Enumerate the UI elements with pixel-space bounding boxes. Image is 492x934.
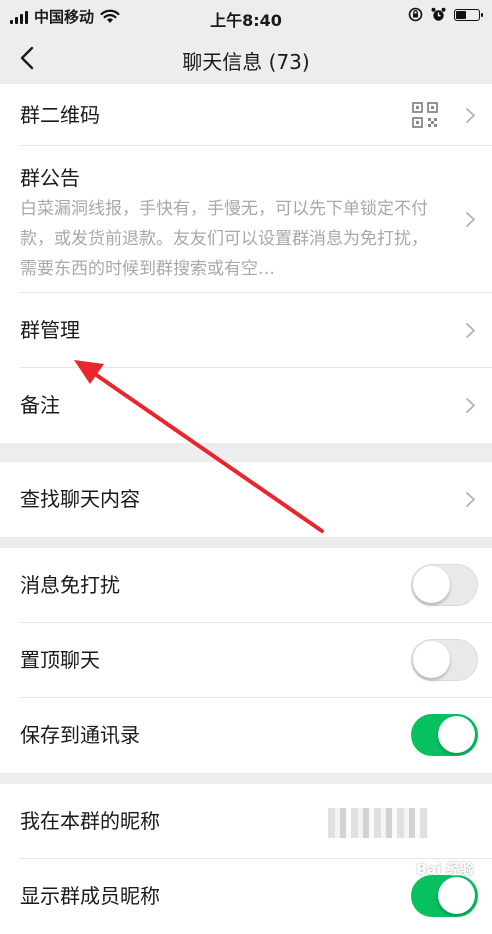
group-notice-row[interactable]: 群公告 白菜漏洞线报，手快有，手慢无，可以先下单锁定不付款，或发货前退款。友友们… — [0, 146, 492, 293]
chevron-right-icon — [466, 492, 475, 507]
chat-settings-section: 消息免打扰 置顶聊天 保存到通讯录 — [0, 548, 492, 773]
qr-code-icon — [412, 102, 438, 128]
alarm-icon — [431, 7, 446, 21]
mute-toggle[interactable] — [411, 564, 478, 606]
qr-code-label: 群二维码 — [20, 103, 100, 127]
search-chat-label: 查找聊天内容 — [20, 487, 140, 511]
chevron-right-icon — [466, 398, 475, 413]
page-title: 聊天信息 (73) — [182, 50, 310, 74]
group-manage-row[interactable]: 群管理 — [0, 293, 492, 368]
save-contacts-row: 保存到通讯录 — [0, 698, 492, 773]
remark-row[interactable]: 备注 — [0, 368, 492, 443]
pin-chat-label: 置顶聊天 — [20, 648, 100, 672]
group-info-section: 群二维码 群公告 白菜漏洞线报，手快有，手慢无，可以先下单锁定不付款，或发货前退… — [0, 84, 492, 443]
chevron-right-icon — [466, 108, 475, 123]
pin-row: 置顶聊天 — [0, 623, 492, 698]
status-bar: 中国移动 上午8:40 — [0, 0, 492, 34]
search-chat-row[interactable]: 查找聊天内容 — [0, 462, 492, 537]
pin-chat-toggle[interactable] — [411, 639, 478, 681]
group-manage-label: 群管理 — [20, 318, 80, 342]
chevron-right-icon — [466, 323, 475, 338]
qr-code-row[interactable]: 群二维码 — [0, 84, 492, 146]
save-contacts-label: 保存到通讯录 — [20, 723, 140, 747]
rotation-lock-icon — [408, 7, 423, 22]
show-names-toggle[interactable] — [411, 875, 478, 917]
show-names-label: 显示群成员昵称 — [20, 884, 160, 908]
nickname-row[interactable]: 我在本群的昵称 — [0, 784, 492, 859]
nickname-label: 我在本群的昵称 — [20, 809, 160, 833]
battery-icon — [454, 8, 483, 21]
remark-label: 备注 — [20, 393, 60, 417]
group-notice-text: 白菜漏洞线报，手快有，手慢无，可以先下单锁定不付款，或发货前退款。友友们可以设置… — [20, 199, 428, 279]
search-section: 查找聊天内容 — [0, 462, 492, 537]
watermark-logo: Bai 经验 — [416, 862, 474, 878]
nav-bar: 聊天信息 (73) — [0, 34, 492, 84]
chevron-right-icon — [466, 212, 475, 227]
blurred-nickname — [328, 808, 428, 838]
mute-label: 消息免打扰 — [20, 573, 120, 597]
save-contacts-toggle[interactable] — [411, 714, 478, 756]
mute-row: 消息免打扰 — [0, 548, 492, 623]
group-notice-label: 群公告 — [20, 166, 80, 190]
